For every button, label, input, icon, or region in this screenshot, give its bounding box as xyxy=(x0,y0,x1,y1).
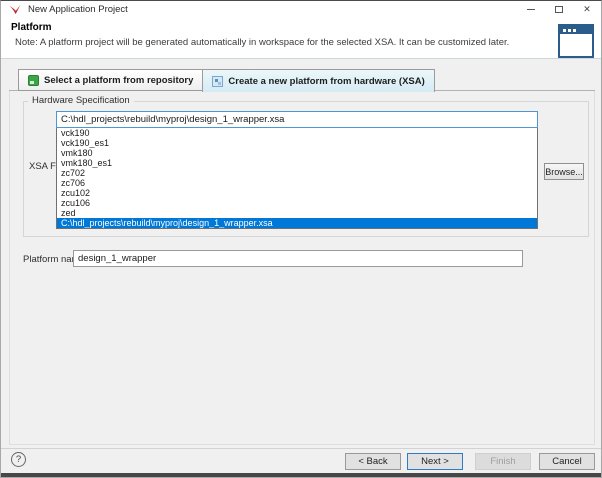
dropdown-item-selected[interactable]: C:\hdl_projects\rebuild\myproj\design_1_… xyxy=(57,218,537,228)
finish-button: Finish xyxy=(475,453,531,470)
help-icon: ? xyxy=(16,454,21,465)
dropdown-item[interactable]: zcu102 xyxy=(57,188,537,198)
browse-button[interactable]: Browse... xyxy=(544,163,584,180)
close-button[interactable]: ✕ xyxy=(573,1,601,17)
minimize-button[interactable] xyxy=(517,1,545,17)
maximize-icon xyxy=(555,6,563,13)
dropdown-item[interactable]: vmk180_es1 xyxy=(57,158,537,168)
help-button[interactable]: ? xyxy=(11,452,26,467)
repository-platform-icon xyxy=(28,75,39,86)
banner-window-titlebar xyxy=(560,26,592,34)
wizard-banner-icon xyxy=(558,24,594,58)
dropdown-item[interactable]: vck190 xyxy=(57,128,537,138)
next-button[interactable]: Next > xyxy=(407,453,463,470)
wizard-header: Platform Note: A platform project will b… xyxy=(1,17,601,59)
dropdown-item[interactable]: zcu106 xyxy=(57,198,537,208)
back-button[interactable]: < Back xyxy=(345,453,401,470)
dropdown-item[interactable]: vck190_es1 xyxy=(57,138,537,148)
footer-separator xyxy=(1,448,601,449)
dropdown-item[interactable]: zc706 xyxy=(57,178,537,188)
dropdown-item[interactable]: vmk180 xyxy=(57,148,537,158)
xilinx-logo-icon xyxy=(9,4,22,15)
footer-button-row: < Back Next > Finish Cancel xyxy=(345,453,595,470)
header-separator xyxy=(1,58,601,59)
xsa-file-dropdown-list: vck190 vck190_es1 vmk180 vmk180_es1 zc70… xyxy=(56,128,538,229)
close-icon: ✕ xyxy=(583,5,591,14)
new-application-project-dialog: New Application Project ✕ Platform Note:… xyxy=(0,0,602,478)
page-title: Platform xyxy=(11,22,52,33)
window-title: New Application Project xyxy=(28,4,128,15)
tab-bar: Select a platform from repository Create… xyxy=(18,69,435,92)
platform-name-input[interactable] xyxy=(73,250,523,267)
hardware-xsa-icon xyxy=(212,76,223,87)
group-label: Hardware Specification xyxy=(28,95,134,106)
minimize-icon xyxy=(527,9,535,10)
tab-create-platform-from-hardware[interactable]: Create a new platform from hardware (XSA… xyxy=(202,69,434,92)
dropdown-item[interactable]: zc702 xyxy=(57,168,537,178)
tab-select-platform-from-repository[interactable]: Select a platform from repository xyxy=(18,69,202,91)
tab-label: Create a new platform from hardware (XSA… xyxy=(228,76,424,87)
title-bar: New Application Project ✕ xyxy=(1,1,601,17)
page-note: Note: A platform project will be generat… xyxy=(15,37,509,48)
dropdown-item[interactable]: zed xyxy=(57,208,537,218)
xsa-file-combobox[interactable] xyxy=(56,111,538,128)
tab-label: Select a platform from repository xyxy=(44,75,193,86)
maximize-button[interactable] xyxy=(545,1,573,17)
cancel-button[interactable]: Cancel xyxy=(539,453,595,470)
window-bottom-edge xyxy=(1,473,601,478)
